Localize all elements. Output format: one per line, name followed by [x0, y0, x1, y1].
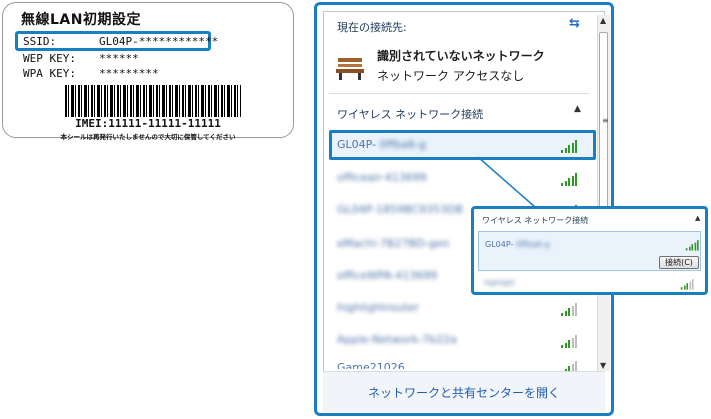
signal-strength-icon — [561, 334, 579, 348]
signal-strength-icon — [561, 139, 579, 153]
ssid-row: SSID: GL04P-************ — [23, 35, 218, 48]
zoom-callout: ワイヤレス ネットワーク接続 ▲ GL04P- 0ffba6-g 接続(C) h… — [471, 206, 708, 295]
signal-strength-icon — [561, 172, 579, 186]
flyout-footer: ネットワークと共有センターを開く — [323, 371, 605, 412]
network-sharing-center-link[interactable]: ネットワークと共有センターを開く — [323, 384, 605, 401]
ssid-key: SSID: — [23, 35, 57, 48]
network-item[interactable]: officeair-413699 — [337, 171, 427, 184]
zoom-network-name: GL04P- 0ffba6-g — [485, 240, 550, 249]
signal-bar — [568, 178, 570, 186]
separator — [329, 93, 589, 94]
connect-button[interactable]: 接続(C) — [659, 256, 699, 269]
wep-key: WEP KEY: — [23, 52, 76, 65]
router-label-card: 無線LAN初期設定 SSID: GL04P-************ WEP KE… — [2, 2, 294, 141]
wpa-row: WPA KEY: ********* — [23, 67, 159, 80]
signal-bar — [564, 147, 567, 153]
network-item[interactable]: officeWPA-413699 — [337, 269, 437, 282]
signal-bar — [568, 340, 570, 348]
signal-bar — [571, 142, 574, 153]
signal-bar — [564, 310, 567, 316]
signal-bar — [564, 180, 567, 186]
network-item[interactable]: eMachi-7B27BD-gen — [337, 237, 449, 250]
signal-bar — [561, 345, 563, 348]
signal-bar — [683, 285, 686, 290]
network-item[interactable]: GL04P- 0ffba6-g — [337, 138, 426, 151]
signal-bar — [575, 140, 577, 153]
chevron-up-icon[interactable]: ▲ — [695, 214, 700, 222]
network-name-blurred: 0ffba6-g — [379, 138, 426, 151]
signal-bar — [571, 175, 574, 186]
signal-bar — [561, 313, 563, 316]
wpa-value: ********* — [99, 67, 159, 80]
barcode — [65, 85, 241, 117]
signal-bar — [680, 287, 683, 290]
signal-bar — [575, 303, 577, 316]
imei-number: IMEI:11111-11111-11111 — [75, 117, 221, 130]
signal-bar — [564, 342, 567, 348]
zoom-wireless-header: ワイヤレス ネットワーク接続 — [482, 216, 589, 225]
signal-bar — [561, 183, 563, 186]
signal-bar — [571, 305, 574, 316]
wireless-section-header[interactable]: ワイヤレス ネットワーク接続 — [337, 106, 483, 122]
label-title: 無線LAN初期設定 — [21, 12, 141, 28]
scroll-thumb[interactable]: ≡ — [599, 32, 609, 217]
signal-bar — [686, 283, 688, 290]
signal-bar — [575, 335, 577, 348]
network-name-blurred: eMachi-7B27BD-gen — [337, 237, 450, 250]
signal-bar — [692, 279, 694, 290]
scroll-down-arrow-icon[interactable]: ▼ — [600, 361, 606, 370]
network-name-blurred: Apple-Network-7b22a — [337, 333, 457, 346]
signal-strength-icon — [685, 239, 700, 251]
signal-bar — [694, 242, 696, 251]
network-name: GL04P- — [337, 138, 377, 151]
signal-bar — [688, 246, 691, 251]
signal-bar — [689, 281, 691, 290]
signal-bar — [691, 244, 693, 251]
current-network-status: ネットワーク アクセスなし — [377, 69, 525, 83]
signal-bar — [568, 145, 570, 153]
network-item[interactable]: GL04P-1859BC9353DB — [337, 203, 463, 216]
signal-bar — [561, 150, 563, 153]
network-name-blurred: GL04P-1859BC9353DB — [337, 203, 464, 216]
refresh-icon[interactable]: ⇆ — [569, 16, 580, 31]
zoom-next-network[interactable]: highlight — [484, 279, 515, 287]
current-network-name: 識別されていないネットワーク — [377, 49, 545, 63]
signal-bar — [568, 308, 570, 316]
current-connection-header: 現在の接続先: — [337, 21, 407, 34]
signal-bar — [575, 173, 577, 186]
label-notice: 本シールは再発行いたしませんので大切に保管してください — [60, 133, 236, 141]
ssid-value: GL04P-************ — [99, 35, 219, 48]
signal-bar — [571, 337, 574, 348]
scroll-up-arrow-icon[interactable]: ▲ — [600, 16, 606, 25]
signal-strength-icon — [680, 278, 695, 290]
signal-bar — [697, 240, 699, 251]
signal-strength-icon — [561, 302, 579, 316]
wpa-key: WPA KEY: — [23, 67, 76, 80]
network-item[interactable]: highlightrouter — [337, 301, 419, 314]
wep-value: ****** — [99, 52, 139, 65]
bench-icon — [336, 58, 364, 80]
network-name-blurred: highlightrouter — [337, 301, 419, 314]
signal-bar — [685, 248, 688, 251]
network-name-blurred: officeWPA-413699 — [337, 269, 438, 282]
network-name-blurred: officeair-413699 — [337, 171, 427, 184]
wep-row: WEP KEY: ****** — [23, 52, 139, 65]
chevron-up-icon[interactable]: ▲ — [574, 104, 581, 114]
network-item[interactable]: Apple-Network-7b22a — [337, 333, 457, 346]
zoom-selected-network[interactable]: GL04P- 0ffba6-g 接続(C) — [478, 231, 701, 271]
scrollbar[interactable]: ▲ ≡ ▼ — [597, 15, 610, 371]
grip-icon: ≡ — [602, 116, 609, 125]
